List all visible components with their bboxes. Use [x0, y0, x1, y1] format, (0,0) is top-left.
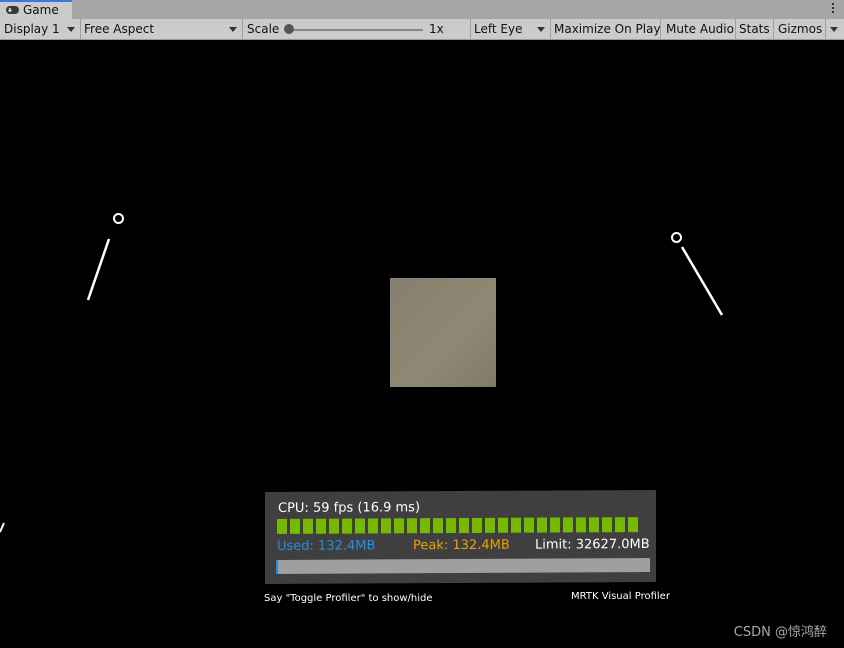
- frame-bar: [615, 517, 625, 533]
- frame-bar: [433, 518, 443, 534]
- frame-bar: [498, 517, 508, 533]
- frame-bar: [446, 518, 456, 534]
- frame-bar: [290, 518, 300, 534]
- frame-bar: [329, 518, 339, 534]
- edge-ray: [0, 522, 5, 533]
- frame-bar: [303, 518, 313, 534]
- frame-bar: [563, 517, 573, 533]
- frame-bar: [316, 518, 326, 534]
- frame-bar: [511, 517, 521, 533]
- cpu-fps-label: CPU: 59 fps (16.9 ms): [278, 500, 421, 516]
- memory-bar: [276, 558, 650, 574]
- frame-bar: [602, 517, 612, 533]
- frame-bar: [537, 517, 547, 533]
- frame-bar: [368, 518, 378, 534]
- frame-bar: [576, 517, 586, 533]
- frame-bar: [394, 518, 404, 534]
- memory-used-fill: [276, 559, 278, 574]
- right-cursor-ring: [671, 232, 682, 243]
- frame-bar: [420, 518, 430, 534]
- frame-bar: [589, 517, 599, 533]
- memory-peak-label: Peak: 132.4MB: [413, 537, 510, 554]
- frame-bar: [628, 517, 638, 533]
- frame-bar: [407, 518, 417, 534]
- watermark: CSDN @惊鸿醉: [733, 625, 827, 640]
- profiler-name: MRTK Visual Profiler: [571, 591, 670, 602]
- visual-profiler-panel: CPU: 59 fps (16.9 ms) Used: 132.4MB Peak…: [265, 489, 656, 585]
- memory-limit-label: Limit: 32627.0MB: [535, 537, 650, 553]
- profiler-hint: Say "Toggle Profiler" to show/hide: [264, 593, 433, 604]
- frame-bar: [472, 517, 482, 533]
- cube-object[interactable]: [390, 278, 496, 387]
- frame-bar: [524, 517, 534, 533]
- frame-bar: [342, 518, 352, 534]
- frame-bar: [381, 518, 391, 534]
- right-hand-ray: [680, 246, 724, 316]
- frame-bar: [459, 517, 469, 534]
- frame-bar: [277, 518, 287, 534]
- frame-bar: [485, 517, 495, 533]
- frame-bar: [550, 517, 560, 533]
- memory-used-label: Used: 132.4MB: [277, 538, 376, 554]
- left-cursor-ring: [113, 213, 124, 224]
- frame-bar: [355, 518, 365, 534]
- frame-rate-bars: [277, 517, 638, 534]
- left-hand-ray: [86, 238, 111, 301]
